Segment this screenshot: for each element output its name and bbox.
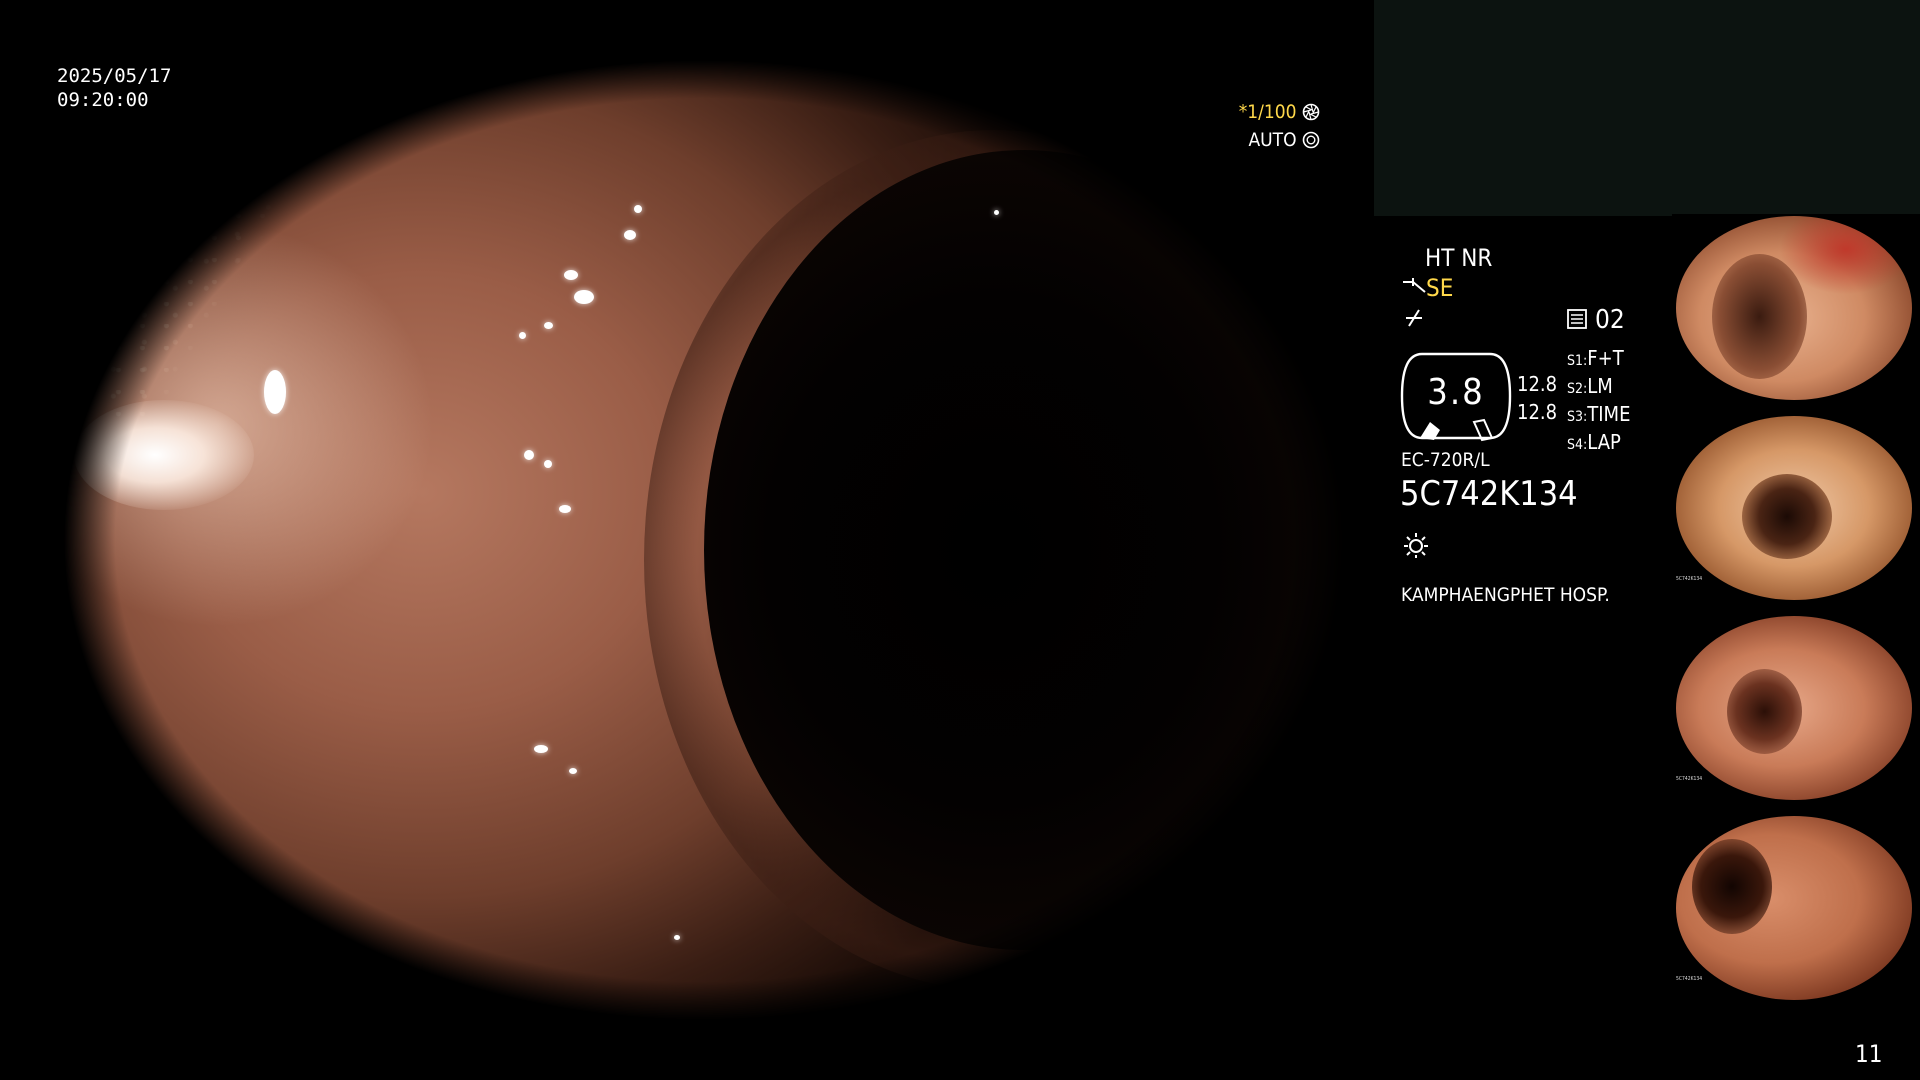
switch-key: S1 [1567, 353, 1584, 369]
storage-icon [1567, 309, 1587, 329]
freeze-icon [1406, 309, 1422, 327]
specular-highlight [264, 370, 286, 414]
specular-highlight [674, 935, 680, 940]
switch-assignments: S1:F+T S2:LM S3:TIME S4:LAP [1567, 346, 1631, 454]
thumbnail-lumen [1692, 839, 1772, 934]
light-icon [1404, 533, 1428, 558]
specular-highlight [634, 205, 642, 213]
iris-mode: AUTO [1248, 129, 1297, 151]
switch-value: TIME [1587, 402, 1631, 426]
gauge-value: 3.8 [1427, 372, 1485, 413]
info-box [1374, 0, 1920, 216]
shutter-icon [1302, 103, 1320, 121]
thumbnail-4[interactable]: 5C742K134 [1672, 814, 1920, 1004]
thumbnail-serial: 5C742K134 [1676, 776, 1703, 782]
switch-value: F+T [1587, 346, 1624, 370]
scope-serial: 5C742K134 [1400, 474, 1578, 514]
thumbnail-serial: 5C742K134 [1676, 976, 1703, 982]
specular-highlight [574, 290, 594, 304]
date: 2025/05/17 [57, 65, 172, 87]
colon-lumen [704, 150, 1344, 950]
specular-highlight [564, 270, 578, 280]
switch-value: LAP [1587, 430, 1621, 454]
endoscopic-view [64, 60, 1344, 1020]
switch-key: S2 [1567, 381, 1584, 397]
light-reflection [74, 400, 254, 510]
switch-value: LM [1587, 374, 1613, 398]
specular-highlight [559, 505, 571, 513]
switch-key: S4 [1567, 437, 1584, 453]
iris-icon [1302, 131, 1320, 149]
specular-highlight [544, 460, 552, 468]
gauge-side-value: 12.8 [1517, 400, 1558, 424]
thumbnail-3[interactable]: 5C742K134 [1672, 614, 1920, 804]
enhance-icon [1403, 278, 1426, 293]
datetime: 2025/05/17 09:20:00 [57, 64, 171, 112]
thumbnail-2[interactable]: 5C742K134 [1672, 414, 1920, 604]
specular-highlight [544, 322, 553, 329]
specular-highlight [624, 230, 636, 240]
thumbnail-lumen [1727, 669, 1802, 754]
specular-highlight [534, 745, 548, 753]
ht-nr-label: HT NR [1425, 244, 1493, 272]
thumbnail-lumen [1712, 254, 1807, 379]
mucosal-bubbles [104, 60, 524, 420]
storage-count: 02 [1595, 305, 1625, 335]
thumbnail-lumen [1742, 474, 1832, 559]
gauge-side-value: 12.8 [1517, 372, 1558, 396]
thumbnail-serial: 5C742K134 [1676, 576, 1703, 582]
page-number: 11 [1855, 1040, 1883, 1068]
switch-key: S3 [1567, 409, 1584, 425]
gauge-side-values: 12.8 12.8 [1517, 370, 1557, 426]
time: 09:20:00 [57, 89, 149, 111]
specular-highlight [569, 768, 577, 774]
enhance-mode: SE [1426, 274, 1454, 302]
specular-highlight [519, 332, 526, 339]
specular-highlight [524, 450, 534, 460]
shutter-speed: *1/100 [1238, 101, 1297, 123]
thumbnail-1[interactable] [1672, 214, 1920, 404]
specular-highlight [994, 210, 999, 215]
exposure-indicator: *1/100 AUTO [1200, 98, 1320, 154]
scope-model: EC-720R/L [1401, 449, 1490, 471]
hospital-name: KAMPHAENGPHET HOSP. [1401, 584, 1610, 606]
